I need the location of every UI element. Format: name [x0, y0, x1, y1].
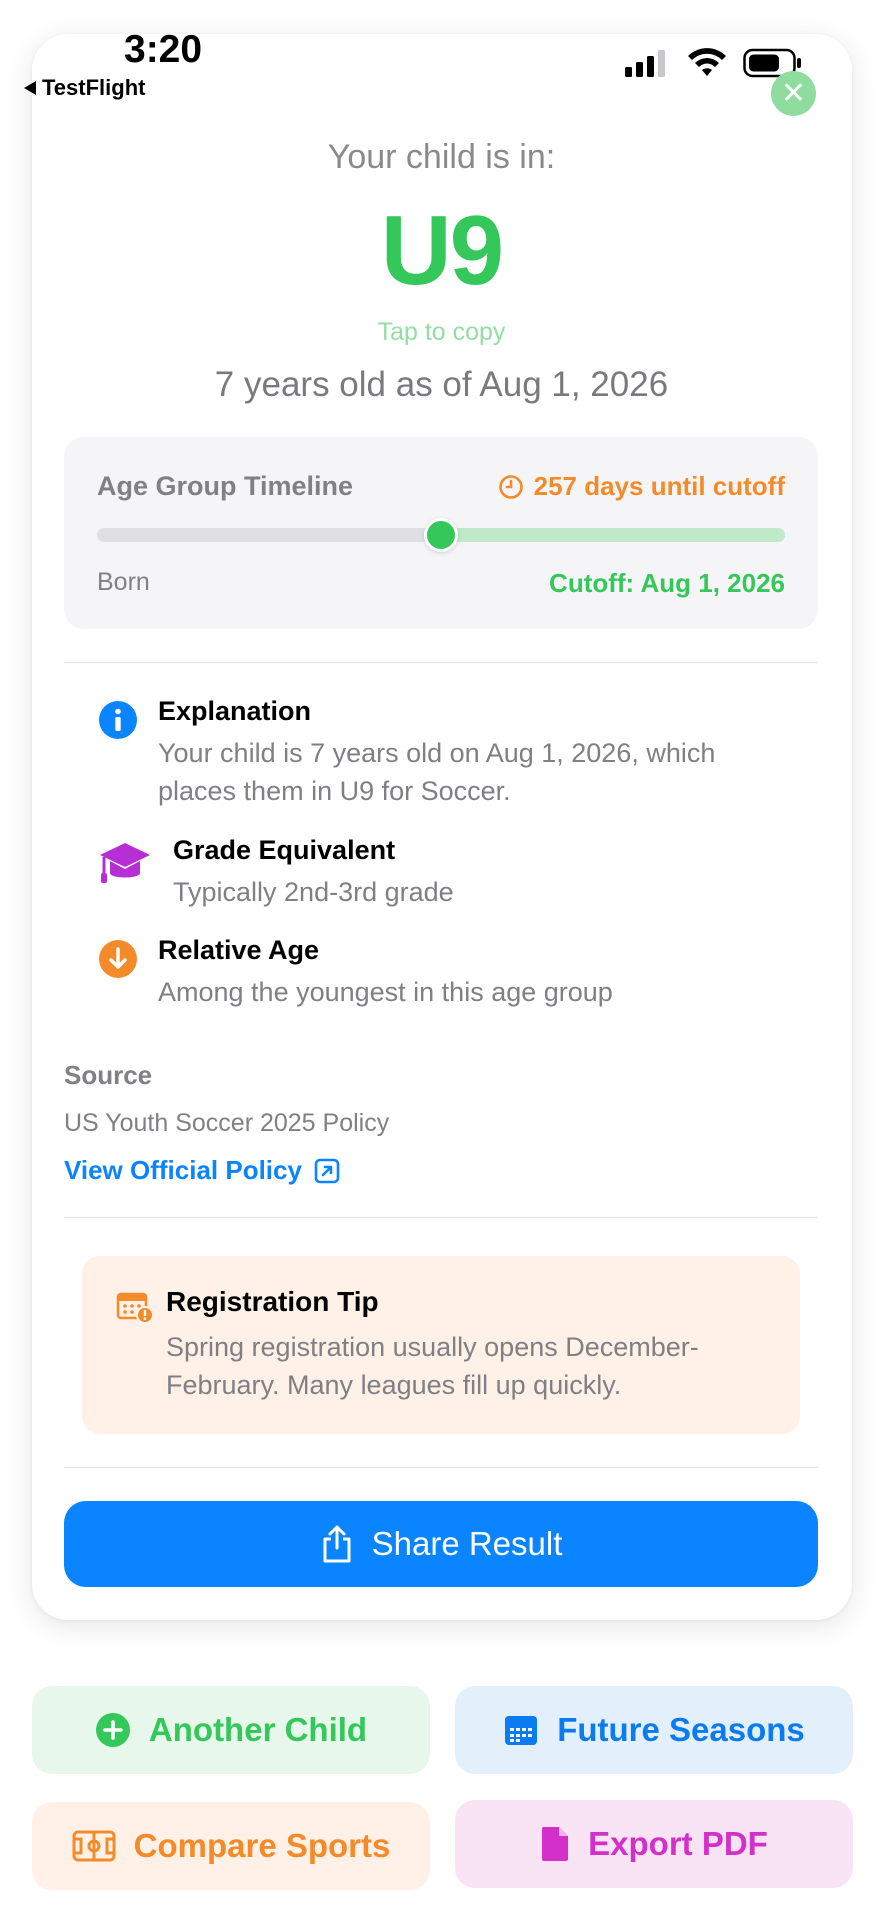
share-icon	[323, 1525, 351, 1563]
calendar-alert-icon	[116, 1292, 154, 1324]
timeline-start-label: Born	[97, 568, 150, 596]
timeline-track-remaining	[441, 528, 785, 542]
cutoff-countdown: 257 days until cutoff	[498, 471, 785, 502]
source-heading: Source	[64, 1060, 153, 1090]
relative-age-body: Among the youngest in this age group	[158, 977, 613, 1007]
info-icon	[99, 701, 137, 739]
graduation-cap-icon	[100, 843, 150, 883]
relative-age-item: Relative Age Among the youngest in this …	[98, 935, 798, 1015]
future-seasons-label: Future Seasons	[557, 1711, 805, 1748]
timeline-track-elapsed	[97, 528, 441, 542]
another-child-label: Another Child	[148, 1711, 368, 1748]
another-child-button[interactable]: Another Child	[32, 1686, 430, 1774]
share-result-button[interactable]: Share Result	[64, 1501, 818, 1587]
plus-circle-icon	[95, 1713, 130, 1747]
age-summary: 7 years old as of Aug 1, 2026	[214, 365, 669, 404]
explanation-body: Your child is 7 years old on Aug 1, 2026…	[158, 738, 716, 806]
close-button[interactable]: ✕	[771, 71, 816, 116]
grade-equivalent-item: Grade Equivalent Typically 2nd-3rd grade	[98, 835, 798, 915]
export-pdf-button[interactable]: Export PDF	[455, 1800, 853, 1888]
status-time: 3:20	[124, 28, 203, 71]
share-result-label: Share Result	[371, 1525, 563, 1562]
timeline-title: Age Group Timeline	[97, 471, 354, 501]
tip-body: Spring registration usually opens Decemb…	[166, 1332, 699, 1400]
wifi-icon	[688, 48, 726, 76]
grade-equivalent-body: Typically 2nd-3rd grade	[173, 877, 454, 907]
grade-equivalent-title: Grade Equivalent	[173, 835, 396, 865]
timeline-current-marker	[424, 518, 458, 552]
compare-sports-button[interactable]: Compare Sports	[32, 1802, 430, 1890]
close-icon: ✕	[780, 77, 807, 110]
cellular-signal-icon	[625, 50, 665, 77]
relative-age-title: Relative Age	[158, 935, 320, 965]
compare-sports-label: Compare Sports	[133, 1827, 391, 1864]
timeline-end-label: Cutoff: Aug 1, 2026	[549, 568, 785, 598]
tap-to-copy-hint[interactable]: Tap to copy	[0, 318, 883, 347]
back-to-app-button[interactable]: TestFlight	[24, 75, 145, 101]
document-icon	[542, 1827, 569, 1861]
explanation-title: Explanation	[158, 696, 312, 726]
source-text: US Youth Soccer 2025 Policy	[64, 1109, 390, 1137]
registration-tip: Registration Tip Spring registration usu…	[82, 1256, 800, 1434]
export-pdf-label: Export PDF	[588, 1825, 768, 1862]
back-app-label: TestFlight	[42, 75, 146, 100]
divider	[64, 1467, 818, 1468]
back-arrow-icon	[24, 81, 36, 95]
result-label: Your child is in:	[327, 138, 556, 176]
age-group-value[interactable]: U9	[0, 200, 883, 300]
future-seasons-button[interactable]: Future Seasons	[455, 1686, 853, 1774]
view-official-policy-link[interactable]: View Official Policy	[64, 1155, 340, 1186]
status-icons	[625, 48, 803, 78]
calendar-icon	[505, 1716, 538, 1745]
external-link-icon	[314, 1158, 340, 1183]
divider	[64, 1217, 818, 1218]
divider	[64, 662, 818, 663]
tip-title: Registration Tip	[166, 1286, 379, 1317]
explanation-item: Explanation Your child is 7 years old on…	[98, 696, 798, 816]
countdown-text: 257 days until cutoff	[533, 471, 785, 501]
arrow-down-circle-icon	[99, 940, 137, 978]
soccer-field-icon	[72, 1830, 116, 1862]
age-group-timeline: Age Group Timeline 257 days until cutoff…	[64, 437, 818, 629]
policy-link-label: View Official Policy	[64, 1155, 302, 1185]
clock-icon	[498, 474, 523, 499]
